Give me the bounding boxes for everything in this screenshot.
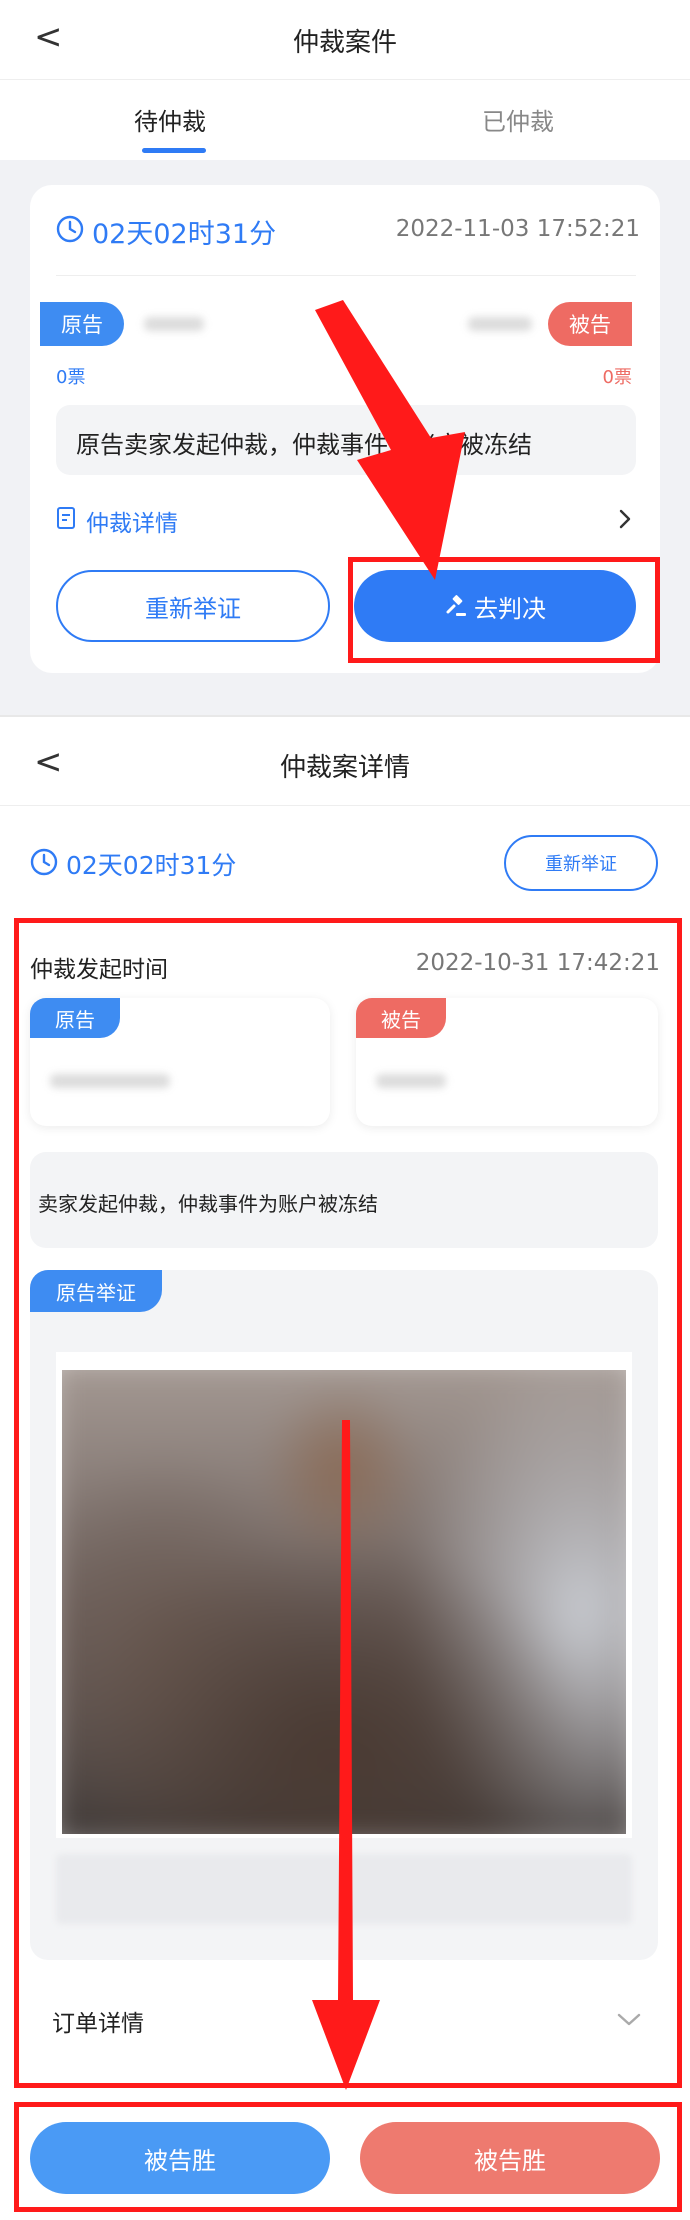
arrow-annotation-icon (315, 300, 465, 580)
defendant-win-label: 被告胜 (144, 2146, 216, 2175)
detail-link-label: 仲裁详情 (86, 511, 178, 537)
clock-icon (30, 848, 58, 876)
screen2-header: < 仲裁案详情 (0, 717, 690, 805)
re-evidence-button[interactable]: 重新举证 (56, 570, 330, 642)
defendant-badge-label: 被告 (569, 313, 611, 337)
re-evidence-label: 重新举证 (545, 854, 617, 875)
plaintiff-votes: 0票 (56, 367, 86, 388)
tab-done-label: 已仲裁 (482, 108, 554, 136)
countdown: 02天02时31分 (66, 851, 237, 880)
re-evidence-button[interactable]: 重新举证 (504, 835, 658, 891)
tab-pending-label: 待仲裁 (134, 108, 206, 136)
tab-done[interactable]: 已仲裁 (458, 102, 578, 137)
divider (56, 275, 636, 276)
page-title: 仲裁案件 (292, 28, 397, 58)
plaintiff-badge: 原告 (40, 302, 124, 346)
arrow-annotation-icon (312, 1420, 380, 2090)
screen1-header: < 仲裁案件 (0, 0, 690, 80)
plaintiff-name-blurred (144, 317, 204, 331)
tab-bar: 待仲裁 已仲裁 (0, 80, 690, 160)
chevron-right-icon (618, 508, 632, 530)
defendant-badge: 被告 (548, 302, 632, 346)
defendant-win-button[interactable]: 被告胜 (360, 2122, 660, 2194)
tab-pending[interactable]: 待仲裁 (110, 102, 230, 137)
document-icon (56, 506, 76, 530)
plaintiff-badge-label: 原告 (61, 313, 103, 337)
tab-indicator (142, 148, 206, 153)
defendant-votes: 0票 (602, 367, 632, 388)
defendant-win-label: 被告胜 (474, 2146, 546, 2175)
re-evidence-label: 重新举证 (145, 594, 241, 623)
countdown: 02天02时31分 (92, 219, 277, 250)
clock-icon (56, 215, 84, 243)
defendant-win-button[interactable]: 被告胜 (30, 2122, 330, 2194)
page-title: 仲裁案详情 (279, 753, 410, 783)
case-datetime: 2022-11-03 17:52:21 (395, 216, 640, 242)
divider (0, 805, 690, 806)
